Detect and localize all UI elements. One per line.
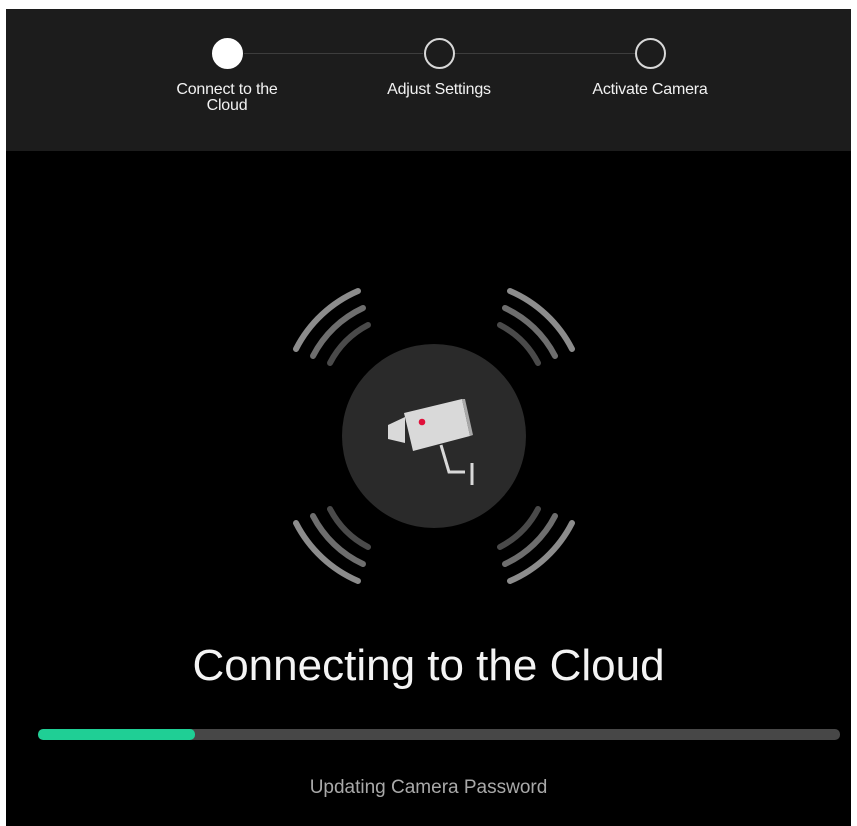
wizard-stepper: Connect to the Cloud Adjust Settings Act… [6, 9, 851, 151]
step-connect-cloud: Connect to the Cloud [147, 38, 307, 114]
progress-fill [38, 729, 196, 740]
connection-panel: Connecting to the Cloud Updating Camera … [6, 151, 851, 826]
step-indicator [634, 38, 666, 69]
step-label: Connect to the Cloud [176, 81, 278, 114]
step-label: Adjust Settings [387, 81, 491, 98]
connection-status-text: Updating Camera Password [309, 777, 548, 798]
setup-wizard: Connect to the Cloud Adjust Settings Act… [6, 9, 851, 826]
step-indicator [423, 38, 455, 69]
step-adjust-settings: Adjust Settings [359, 38, 519, 98]
step-activate-camera: Activate Camera [570, 38, 730, 98]
connection-progress-bar [38, 729, 840, 740]
step-label: Activate Camera [592, 81, 708, 98]
connection-title: Connecting to the Cloud [192, 641, 665, 690]
camera-led [418, 418, 426, 426]
step-indicator-active [211, 38, 243, 69]
connecting-camera-illustration [293, 288, 575, 584]
